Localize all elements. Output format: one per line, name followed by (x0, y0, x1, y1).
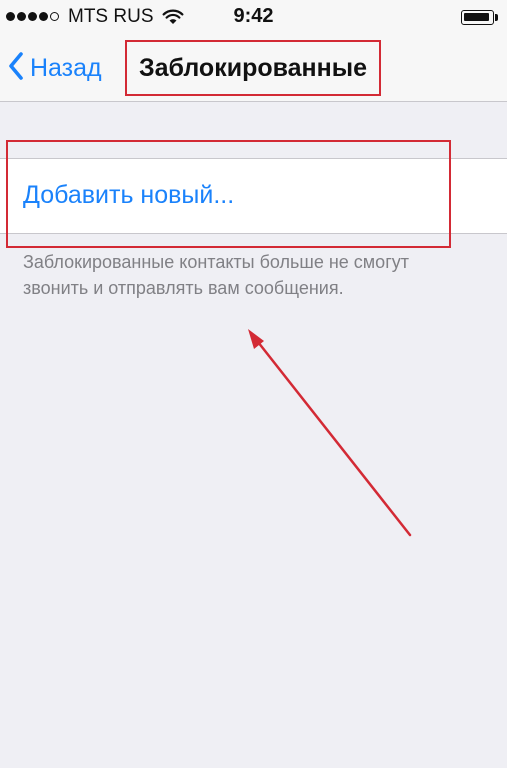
annotation-arrow (248, 329, 412, 537)
